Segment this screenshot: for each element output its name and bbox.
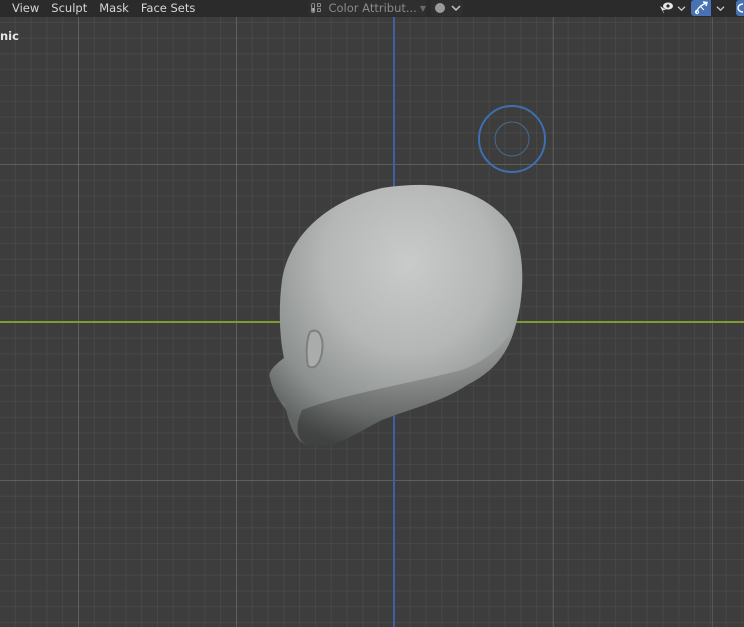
menu-mask[interactable]: Mask [93,0,135,17]
grid-line-major [712,0,713,627]
selectability-visibility-button[interactable] [655,0,689,16]
eye-selectability-icon [660,2,673,14]
gizmo-curve-arrow-icon [694,1,708,15]
chevron-down-icon [451,5,461,12]
gizmo-toggle-button[interactable] [691,0,711,16]
overlay-icon [737,3,744,13]
grid-line-major [78,0,79,627]
color-attribute-icon [311,3,321,13]
color-attribute-label: Color Attribut... [328,1,417,15]
menu-sculpt[interactable]: Sculpt [45,0,93,17]
3d-viewport[interactable]: nic [0,0,744,627]
brush-shading-dropdown[interactable] [431,0,463,16]
sphere-dot-icon [435,3,445,13]
grid-line-major [0,480,744,481]
color-attribute-dropdown[interactable]: Color Attribut... ▼ [308,0,426,16]
overlay-toggle-button[interactable] [736,0,744,16]
sculpted-head-mesh[interactable] [262,180,530,452]
ear [305,329,324,369]
menu-view[interactable]: View [0,0,45,17]
chevron-down-icon: ▼ [419,3,426,13]
chevron-down-icon [677,5,686,11]
grid-line-major [553,0,554,627]
view-mode-label: nic [0,29,19,43]
grid-line-major [0,164,744,165]
chevron-down-icon [716,5,724,11]
menu-face-sets[interactable]: Face Sets [135,0,202,17]
brush-cursor [478,105,546,173]
grid-line-major [236,0,237,627]
gizmo-dropdown-button[interactable] [711,0,729,16]
